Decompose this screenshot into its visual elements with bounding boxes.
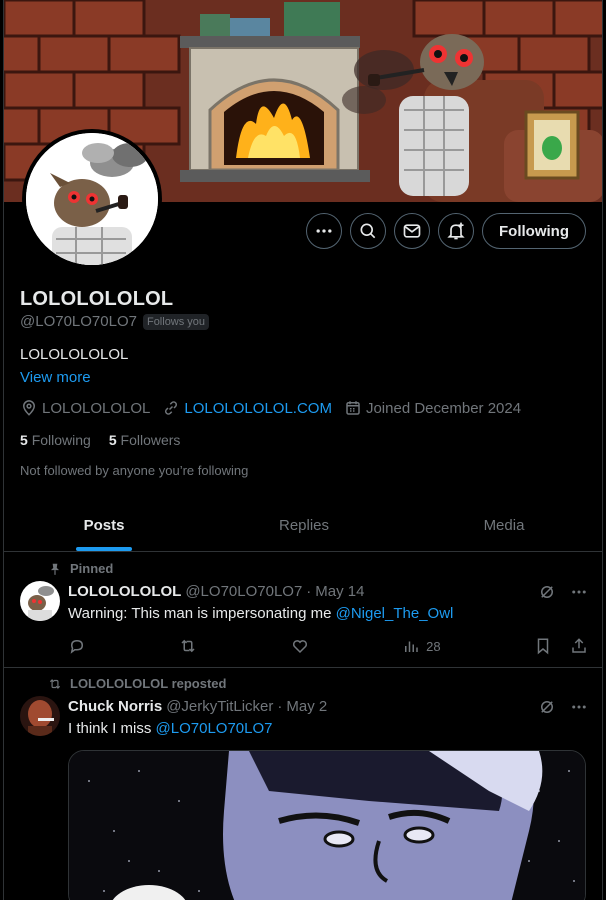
- post-separator: ·: [306, 583, 312, 600]
- bookmark-icon[interactable]: [534, 637, 552, 655]
- post-text: I think I miss @LO70LO70LO7: [68, 720, 273, 737]
- grok-icon[interactable]: [538, 698, 556, 716]
- search-icon: [360, 223, 376, 239]
- avatar[interactable]: [20, 581, 60, 621]
- post-media-image[interactable]: [68, 750, 586, 900]
- post-tools: [538, 698, 588, 716]
- post-header: Chuck Norris @JerkyTitLicker · May 2: [68, 698, 327, 715]
- post-author-handle[interactable]: @JerkyTitLicker: [166, 698, 273, 715]
- mail-icon: [403, 224, 421, 238]
- following-button[interactable]: Following: [482, 213, 586, 249]
- reposted-label[interactable]: LOLOLOLOLOL reposted: [70, 676, 226, 691]
- not-followed-note: Not followed by anyone you’re following: [20, 463, 249, 478]
- calendar-icon: [346, 401, 360, 415]
- more-icon: [316, 229, 332, 233]
- profile-actions: Following: [306, 213, 586, 249]
- link-icon: [165, 401, 178, 415]
- heart-icon: [292, 640, 307, 654]
- post-actions: 28: [68, 637, 588, 655]
- mention-link[interactable]: @LO70LO70LO7: [156, 720, 273, 737]
- location-item: LOLOLOLOLOL: [20, 399, 150, 417]
- post-context: Pinned: [48, 561, 113, 576]
- post-date[interactable]: May 2: [286, 698, 327, 715]
- views-count: 28: [426, 638, 441, 654]
- post-item[interactable]: Pinned LOLOLOLOLOL @LO70LO70LO7 · May 14…: [4, 553, 602, 668]
- message-button[interactable]: [394, 213, 431, 249]
- profile-name: LOLOLOLOLOL: [20, 288, 174, 310]
- share-icon[interactable]: [570, 637, 588, 655]
- profile-tabs: Posts Replies Media: [4, 500, 602, 552]
- post-actions-right: [534, 637, 588, 655]
- views-icon: [405, 641, 418, 652]
- like-button[interactable]: [291, 637, 309, 655]
- post-body: I think I miss: [68, 720, 156, 737]
- repost-button[interactable]: [179, 637, 197, 655]
- joined-item: Joined December 2024: [344, 399, 521, 417]
- views-button[interactable]: 28: [402, 637, 441, 655]
- post-author-name[interactable]: Chuck Norris: [68, 698, 162, 715]
- search-button[interactable]: [350, 213, 387, 249]
- post-author-handle[interactable]: @LO70LO70LO7: [185, 583, 302, 600]
- website-item[interactable]: LOLOLOLOLOL.COM: [162, 399, 332, 417]
- following-count: 5: [20, 432, 28, 448]
- website-link[interactable]: LOLOLOLOLOL.COM: [184, 400, 332, 417]
- joined-text: Joined December 2024: [365, 399, 522, 417]
- pinned-label: Pinned: [70, 561, 114, 576]
- tab-posts[interactable]: Posts: [4, 500, 204, 551]
- profile-handle: @LO70LO70LO7: [20, 313, 137, 330]
- following-label: Following: [31, 432, 91, 448]
- post-separator: ·: [277, 698, 283, 715]
- post-body: Warning: This man is impersonating me: [68, 605, 336, 622]
- mention-link[interactable]: @Nigel_The_Owl: [336, 605, 454, 622]
- profile-avatar[interactable]: [22, 129, 162, 269]
- post-date[interactable]: May 14: [315, 583, 364, 600]
- reply-button[interactable]: [68, 637, 86, 655]
- follows-you-badge: Follows you: [142, 313, 210, 330]
- more-icon[interactable]: [570, 583, 588, 601]
- followers-count: 5: [108, 432, 117, 448]
- notify-button[interactable]: [438, 213, 475, 249]
- post-text: Warning: This man is impersonating me @N…: [68, 605, 453, 622]
- location-pin-icon: [22, 400, 36, 416]
- pin-icon: [50, 563, 60, 575]
- more-button[interactable]: [306, 213, 343, 249]
- tab-replies[interactable]: Replies: [204, 500, 404, 551]
- post-author-name[interactable]: LOLOLOLOLOL: [68, 583, 181, 600]
- repost-icon: [181, 639, 195, 653]
- profile-bio: LOLOLOLOLOL: [20, 346, 129, 363]
- reply-icon: [70, 639, 84, 654]
- repost-icon: [49, 678, 61, 689]
- profile-meta: LOLOLOLOLOL LOLOLOLOLOL.COM Joined Decem…: [20, 399, 521, 417]
- post-context: LOLOLOLOLOL reposted: [48, 676, 226, 691]
- avatar[interactable]: [20, 696, 60, 736]
- tab-media[interactable]: Media: [404, 500, 602, 551]
- bell-plus-icon: [447, 222, 465, 240]
- following-stat[interactable]: 5 Following: [20, 432, 91, 448]
- profile-handle-row: @LO70LO70LO7 Follows you: [20, 313, 210, 330]
- view-more-link[interactable]: View more: [20, 369, 91, 386]
- location-text: LOLOLOLOLOL: [42, 399, 151, 417]
- profile-page: Following LOLOLOLOLOL @LO70LO70LO7 Follo…: [3, 0, 603, 900]
- followers-stat[interactable]: 5 Followers: [109, 432, 181, 448]
- followers-label: Followers: [120, 432, 181, 448]
- more-icon[interactable]: [570, 698, 588, 716]
- post-header: LOLOLOLOLOL @LO70LO70LO7 · May 14: [68, 583, 365, 600]
- grok-icon[interactable]: [538, 583, 556, 601]
- post-item[interactable]: LOLOLOLOLOL reposted Chuck Norris @Jerky…: [4, 668, 602, 900]
- profile-stats: 5 Following 5 Followers: [20, 432, 180, 448]
- post-tools: [538, 583, 588, 601]
